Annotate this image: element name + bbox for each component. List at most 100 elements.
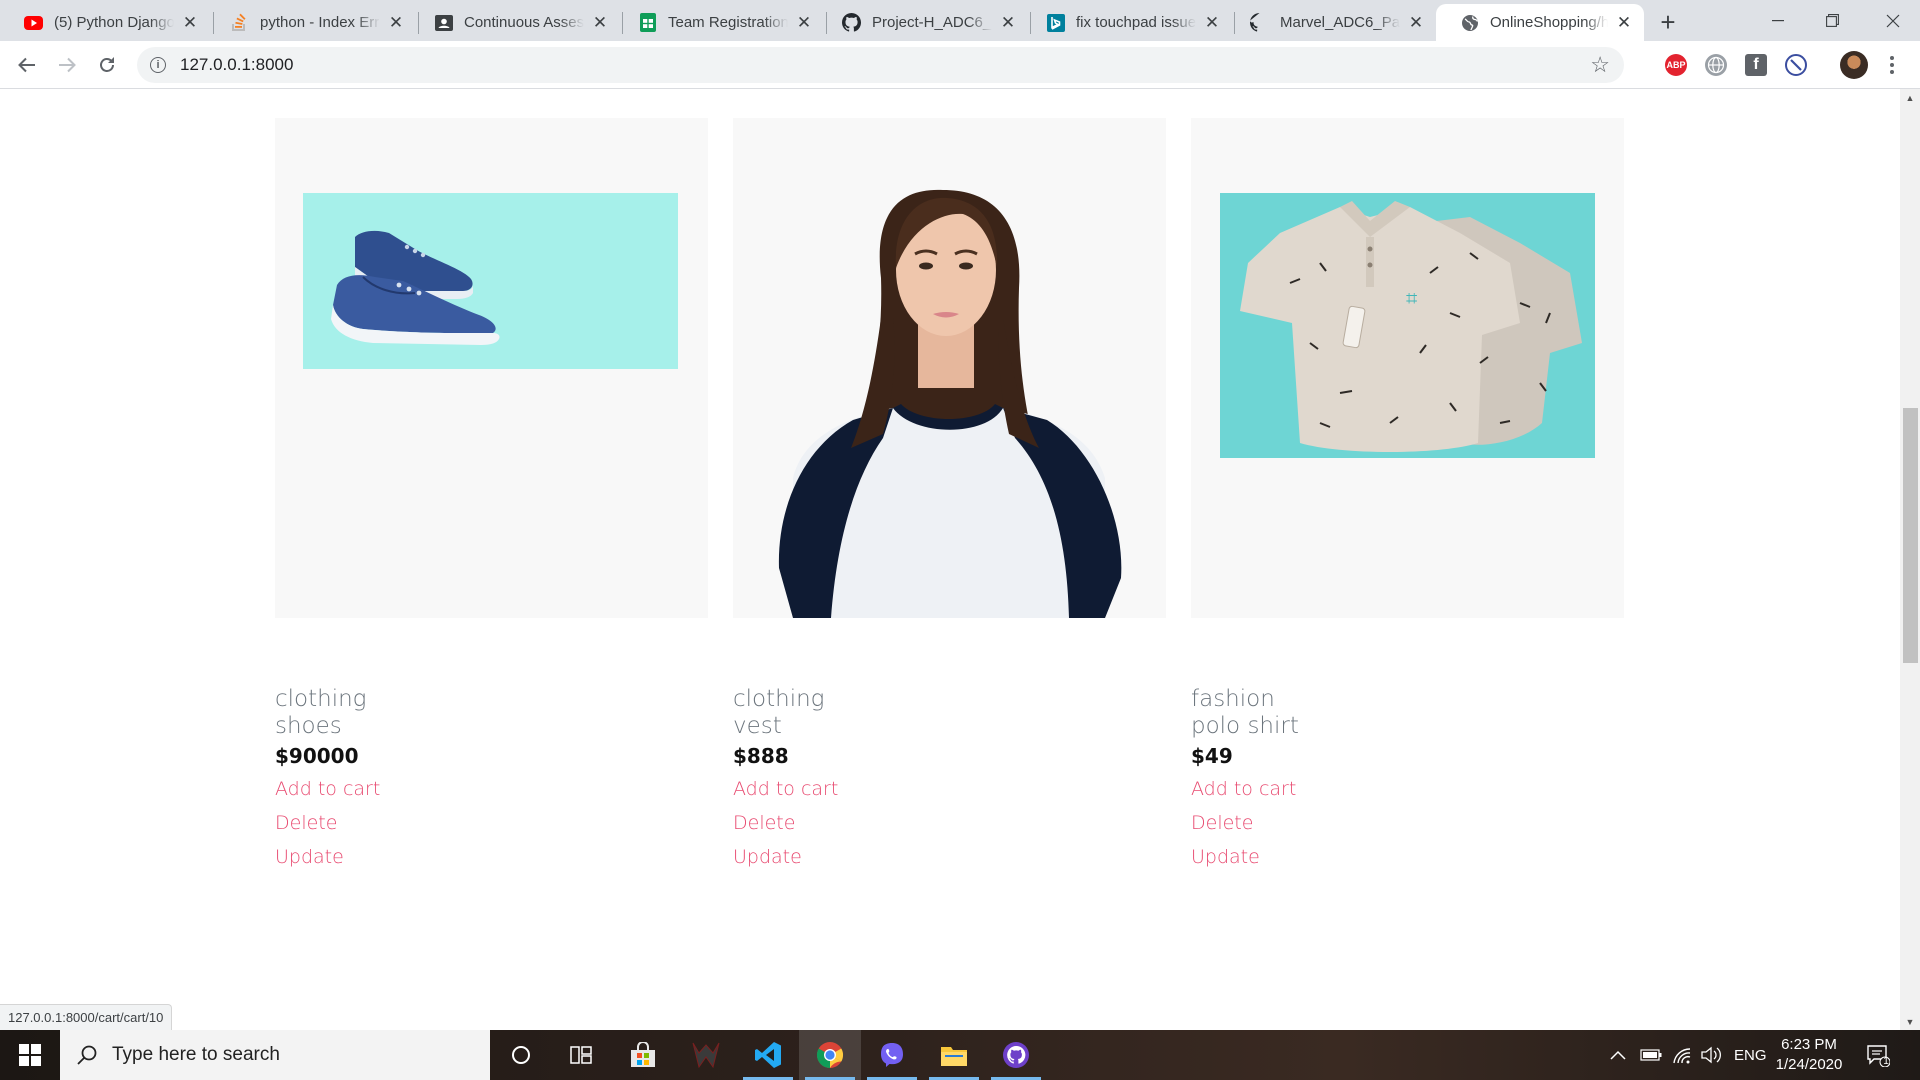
start-button[interactable] [0, 1030, 60, 1080]
scrollbar-thumb[interactable] [1903, 408, 1918, 663]
close-icon [1886, 14, 1899, 27]
network-tray-button[interactable] [1672, 1030, 1692, 1080]
close-tab-icon[interactable]: ✕ [1406, 13, 1426, 33]
stackoverflow-icon [230, 13, 249, 32]
address-bar[interactable]: i 127.0.0.1:8000 ☆ [137, 47, 1624, 83]
update-link[interactable]: Update [733, 846, 802, 868]
add-to-cart-link[interactable]: Add to cart [733, 778, 838, 800]
tab-fix-touchpad[interactable]: fix touchpad issue ✕ [1022, 4, 1232, 41]
add-to-cart-link[interactable]: Add to cart [1191, 778, 1296, 800]
vscode-icon [755, 1042, 781, 1068]
add-to-cart-link[interactable]: Add to cart [275, 778, 380, 800]
facebook-label: f [1753, 56, 1759, 73]
update-link[interactable]: Update [1191, 846, 1260, 868]
tab-project-h[interactable]: Project-H_ADC6_P ✕ [818, 4, 1028, 41]
adblock-icon[interactable]: ABP [1665, 54, 1687, 76]
url-text[interactable]: 127.0.0.1:8000 [180, 55, 293, 75]
close-tab-icon[interactable]: ✕ [590, 13, 610, 33]
forward-button[interactable] [52, 50, 82, 80]
tab-label: Continuous Assess [464, 14, 584, 31]
vscode-button[interactable] [737, 1030, 799, 1080]
minimize-button[interactable] [1750, 0, 1805, 41]
clock-date: 1/24/2020 [1775, 1056, 1843, 1073]
block-icon[interactable] [1785, 54, 1807, 76]
chevron-up-icon [1610, 1050, 1626, 1060]
product-category: fashion [1191, 686, 1275, 712]
tab-label: fix touchpad issue [1076, 14, 1196, 31]
file-explorer-button[interactable] [923, 1030, 985, 1080]
new-tab-button[interactable]: + [1654, 7, 1682, 37]
classroom-icon [434, 13, 453, 32]
tab-continuous-assessment[interactable]: Continuous Assess ✕ [410, 4, 620, 41]
show-hidden-icons-button[interactable] [1610, 1030, 1626, 1080]
facebook-icon[interactable]: f [1745, 54, 1767, 76]
delete-link[interactable]: Delete [1191, 812, 1253, 834]
close-tab-icon[interactable]: ✕ [1614, 13, 1634, 33]
page-content: clothing shoes $90000 Add to cart Delete… [0, 89, 1900, 1030]
tab-python-index-error[interactable]: python - Index Err ✕ [206, 4, 416, 41]
search-icon [77, 1045, 97, 1065]
close-tab-icon[interactable]: ✕ [998, 13, 1018, 33]
github-desktop-button[interactable] [985, 1030, 1047, 1080]
predator-sense-button[interactable] [675, 1030, 737, 1080]
volume-tray-button[interactable] [1700, 1030, 1722, 1080]
taskbar-search-box[interactable]: Type here to search [60, 1030, 490, 1080]
taskbar-clock[interactable]: 6:23 PM 1/24/2020 [1774, 1035, 1844, 1075]
speaker-icon [1701, 1046, 1721, 1064]
restore-icon [1826, 14, 1839, 27]
reload-button[interactable] [92, 50, 122, 80]
scroll-down-arrow-icon[interactable]: ▼ [1900, 1013, 1920, 1030]
globe-extension-icon[interactable] [1705, 54, 1727, 76]
cortana-circle-icon [512, 1046, 530, 1064]
windows-taskbar: Type here to search ENG 6:23 PM 1/24/202… [0, 1030, 1920, 1080]
close-window-button[interactable] [1865, 0, 1920, 41]
reload-icon [100, 57, 114, 72]
restore-button[interactable] [1805, 0, 1860, 41]
menu-dot [1890, 63, 1894, 67]
close-tab-icon[interactable]: ✕ [180, 13, 200, 33]
microsoft-store-button[interactable] [612, 1030, 674, 1080]
action-center-button[interactable]: 1 [1866, 1030, 1890, 1080]
close-tab-icon[interactable]: ✕ [1202, 13, 1222, 33]
wifi-icon [1673, 1048, 1691, 1064]
viber-button[interactable] [861, 1030, 923, 1080]
cortana-button[interactable] [490, 1030, 552, 1080]
product-price: $90000 [275, 744, 359, 768]
woman-raglan-tshirt-image [733, 118, 1166, 618]
scroll-up-arrow-icon[interactable]: ▲ [1900, 89, 1920, 106]
chrome-icon [816, 1042, 844, 1069]
language-indicator[interactable]: ENG [1734, 1030, 1767, 1080]
tab-team-registration[interactable]: Team Registration ✕ [614, 4, 824, 41]
printed-polo-shirt-image: ⌗ [1220, 193, 1595, 458]
github-icon [842, 13, 861, 32]
chrome-menu-button[interactable] [1882, 52, 1902, 78]
delete-link[interactable]: Delete [733, 812, 795, 834]
product-image-frame [733, 118, 1166, 618]
site-info-icon[interactable]: i [150, 57, 166, 73]
update-link[interactable]: Update [275, 846, 344, 868]
close-tab-icon[interactable]: ✕ [794, 13, 814, 33]
close-tab-icon[interactable]: ✕ [386, 13, 406, 33]
tab-marvel[interactable]: Marvel_ADC6_Part ✕ [1226, 4, 1436, 41]
chrome-button[interactable] [799, 1030, 861, 1080]
battery-tray-button[interactable] [1640, 1030, 1662, 1080]
profile-avatar[interactable] [1840, 51, 1868, 79]
sheets-icon [638, 13, 657, 32]
tab-python-django[interactable]: (5) Python Django ✕ [0, 4, 210, 41]
tab-label: python - Index Err [260, 14, 380, 31]
product-card: ⌗ fashion polo shirt $49 Add to cart Del… [1191, 118, 1624, 868]
vertical-scrollbar[interactable]: ▲ ▼ [1900, 89, 1920, 1030]
bookmark-star-icon[interactable]: ☆ [1590, 52, 1610, 78]
tab-online-shopping[interactable]: OnlineShopping/h ✕ [1436, 4, 1644, 41]
youtube-icon [24, 13, 43, 32]
product-image-frame: ⌗ [1191, 118, 1624, 618]
task-view-button[interactable] [550, 1030, 612, 1080]
back-button[interactable] [12, 50, 42, 80]
delete-link[interactable]: Delete [275, 812, 337, 834]
product-price: $888 [733, 744, 789, 768]
link-status-bubble: 127.0.0.1:8000/cart/cart/10 [0, 1004, 173, 1030]
blue-sneakers-image [303, 193, 678, 369]
product-card: clothing vest $888 Add to cart Delete Up… [733, 118, 1166, 868]
tab-label: OnlineShopping/h [1490, 14, 1608, 31]
browser-tab-strip: (5) Python Django ✕ python - Index Err ✕… [0, 0, 1920, 41]
